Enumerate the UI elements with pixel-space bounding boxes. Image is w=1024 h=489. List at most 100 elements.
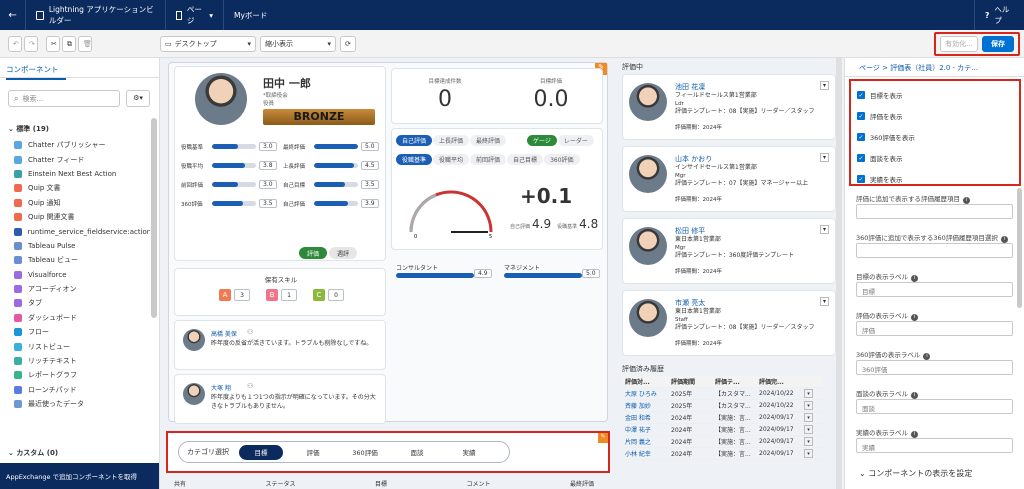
tab-item[interactable]: 最終評価 (470, 135, 507, 146)
display-checkbox[interactable]: ✓ 目標を表示 (857, 84, 1019, 105)
tab-item[interactable]: レーダー (557, 135, 594, 146)
table-header[interactable]: コメント (466, 479, 490, 488)
help-button[interactable]: ? ヘルプ (974, 0, 1024, 30)
history-row[interactable]: 斉藤 加妙 2025年 【カスタマ... 2024/10/22 ▾ (622, 400, 822, 412)
commenter-name[interactable]: 大塚 翔 (211, 383, 231, 392)
chevron-down-icon[interactable]: ▾ (804, 413, 813, 422)
category-tab[interactable]: 面談 (395, 445, 439, 460)
history-row[interactable]: 金田 和希 2024年 【実施：言... 2024/09/17 ▾ (622, 412, 822, 424)
display-checkbox[interactable]: ✓ 360評価を表示 (857, 126, 1019, 147)
tab-item[interactable]: 役職平均 (433, 154, 470, 165)
chevron-down-icon[interactable]: ▾ (804, 389, 813, 398)
chevron-down-icon[interactable]: ▾ (820, 153, 829, 162)
history-row[interactable]: 小林 紀幸 2024年 【実施：言... 2024/09/17 ▾ (622, 448, 822, 460)
component-item[interactable]: Einstein Next Best Action (0, 167, 150, 181)
field-input[interactable]: 実績 (856, 438, 1013, 453)
history-row[interactable]: 片岡 義之 2024年 【実施：言... 2024/09/17 ▾ (622, 436, 822, 448)
component-item[interactable]: Tableau Pulse (0, 239, 150, 253)
history-scrollbar[interactable] (836, 58, 842, 489)
tab-item[interactable]: 自己評価 (396, 135, 433, 146)
history-cell[interactable]: 小林 紀幸 (622, 449, 668, 458)
component-item[interactable]: Quip 通知 (0, 196, 150, 210)
evaluatee-card[interactable]: 池田 花凜 フィールドセールス第1営業部 Ldr 評価テンプレート：08【実施】リーダ… (622, 74, 836, 140)
display-checkbox[interactable]: ✓ 評価を表示 (857, 105, 1019, 126)
profile-card[interactable]: 田中 一郎 *取締役会 役員 BRONZE 役職基準 3.0 役職平均 3.8 前回評価… (174, 66, 386, 261)
tab-item[interactable]: 上長評価 (433, 135, 470, 146)
tab-item[interactable]: 360評価 (544, 154, 580, 165)
component-item[interactable]: Chatter パブリッシャー (0, 138, 150, 152)
appexchange-link[interactable]: AppExchange で追加コンポーネントを取得 (0, 463, 159, 489)
history-cell[interactable]: 斉藤 加妙 (622, 401, 668, 410)
component-visibility-section[interactable]: ⌄ コンポーネントの表示を設定 (859, 468, 972, 479)
component-item[interactable]: ローンチパッド (0, 383, 150, 397)
scrollbar[interactable] (151, 118, 157, 318)
tab-item[interactable]: 自己目標 (507, 154, 544, 165)
panel-scrollbar[interactable] (1017, 188, 1022, 308)
component-item[interactable]: Visualforce (0, 268, 150, 282)
breadcrumb-root[interactable]: ページ (859, 64, 880, 72)
component-item[interactable]: Tableau ビュー (0, 253, 150, 267)
settings-button[interactable]: ⚙▾ (126, 90, 150, 107)
table-header[interactable]: 最終評価 (570, 479, 594, 488)
component-item[interactable]: リストビュー (0, 339, 150, 353)
refresh-button[interactable]: ⟳ (340, 36, 356, 52)
back-button[interactable]: ← (0, 0, 26, 30)
page-menu[interactable]: ページ ▾ (166, 0, 224, 30)
field-input[interactable]: 評価 (856, 321, 1013, 336)
chevron-down-icon[interactable]: ▾ (804, 401, 813, 410)
cut-button[interactable]: ✂ (46, 36, 60, 52)
history-row[interactable]: 中澤 祐子 2024年 【実施：言... 2024/09/17 ▾ (622, 424, 822, 436)
history-header[interactable]: 評価対... (622, 377, 668, 386)
chevron-down-icon[interactable]: ▾ (804, 425, 813, 434)
undo-button[interactable]: ↶ (8, 36, 22, 52)
chevron-down-icon[interactable]: ▾ (804, 437, 813, 446)
toggle-eval[interactable]: 評価 (299, 247, 328, 259)
component-item[interactable]: Quip 関連文書 (0, 210, 150, 224)
component-item[interactable]: タブ (0, 296, 150, 310)
save-button[interactable]: 保存 (982, 36, 1014, 52)
category-selector[interactable]: カテゴリ選択 目標 評価 360評価 面談 実績 (178, 441, 510, 463)
field-input[interactable]: 目標 (856, 282, 1013, 297)
component-item[interactable]: Chatter フィード (0, 152, 150, 166)
table-header[interactable]: 共有 (174, 479, 186, 488)
table-header[interactable]: ステータス (265, 479, 295, 488)
history-cell[interactable]: 大原 ひろみ (622, 389, 668, 398)
component-item[interactable]: アコーディオン (0, 282, 150, 296)
category-tab[interactable]: 実績 (447, 445, 491, 460)
component-item[interactable]: runtime_service_fieldservice:action... (0, 224, 150, 238)
history-cell[interactable]: 金田 和希 (622, 413, 668, 422)
display-checkbox[interactable]: ✓ 実績を表示 (857, 168, 1019, 189)
chevron-down-icon[interactable]: ▾ (820, 297, 829, 306)
table-header[interactable]: 目標 (375, 479, 387, 488)
field-input[interactable]: 360評価 (856, 360, 1013, 375)
chevron-down-icon[interactable]: ▾ (820, 81, 829, 90)
component-item[interactable]: Quip 文書 (0, 181, 150, 195)
history-header[interactable]: 評価テ... (712, 377, 756, 386)
evaluatee-card[interactable]: 市瀬 亮太 東日本第1営業部 Staff 評価テンプレート：08【実施】リーダー／スタ… (622, 290, 836, 356)
field-input[interactable] (856, 204, 1013, 219)
tab-item[interactable]: 前回評価 (470, 154, 507, 165)
category-tab[interactable]: 評価 (291, 445, 335, 460)
field-input[interactable] (856, 243, 1013, 258)
copy-button[interactable]: ⧉ (62, 36, 76, 52)
history-cell[interactable]: 中澤 祐子 (622, 425, 668, 434)
history-header[interactable]: 評価期間 (668, 377, 712, 386)
standard-section-header[interactable]: ⌄ 標準 (19) (8, 124, 49, 134)
history-header[interactable]: 評価完... (756, 377, 804, 386)
device-select[interactable]: ▭ デスクトップ ▾ (160, 36, 256, 52)
chevron-down-icon[interactable]: ▾ (820, 225, 829, 234)
redo-button[interactable]: ↷ (24, 36, 38, 52)
view-select[interactable]: 縮小表示 ▾ (260, 36, 336, 52)
chevron-down-icon[interactable]: ▾ (804, 449, 813, 458)
category-tab[interactable]: 目標 (239, 444, 283, 460)
history-cell[interactable]: 片岡 義之 (622, 437, 668, 446)
custom-section-header[interactable]: ⌄ カスタム (0) (8, 448, 58, 458)
eval-toggle[interactable]: 評価 週評 (299, 247, 358, 259)
display-checkbox[interactable]: ✓ 面談を表示 (857, 147, 1019, 168)
evaluatee-card[interactable]: 山本 かおり インサイドセールス第1営業部 Mgr 評価テンプレート：07【実施】マネ… (622, 146, 836, 212)
activate-button[interactable]: 有効化... (940, 36, 978, 52)
history-row[interactable]: 大原 ひろみ 2025年 【カスタマ... 2024/10/22 ▾ (622, 388, 822, 400)
category-tab[interactable]: 360評価 (343, 445, 387, 460)
component-item[interactable]: リッチテキスト (0, 354, 150, 368)
component-item[interactable]: ダッシュボード (0, 311, 150, 325)
